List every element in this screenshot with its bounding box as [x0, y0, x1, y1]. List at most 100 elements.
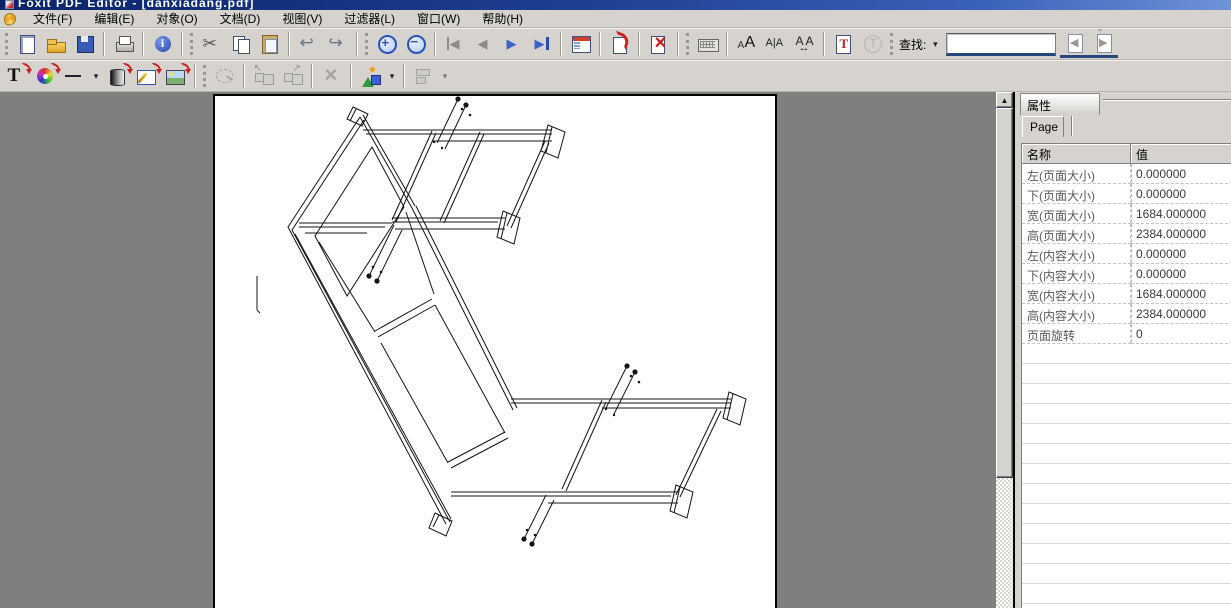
menu-edit[interactable]: 编辑(E): [83, 9, 145, 28]
linetool-icon: [64, 65, 86, 87]
keyboard-button[interactable]: [693, 31, 722, 58]
save-icon: [74, 33, 96, 55]
toolbar-grip[interactable]: [686, 33, 689, 55]
document-system-icon[interactable]: [3, 11, 18, 26]
add-shading-button[interactable]: [31, 63, 60, 90]
next-page-button[interactable]: [498, 31, 527, 58]
group-backward-button[interactable]: [249, 63, 278, 90]
img-icon: [165, 65, 187, 87]
find-input-box: [946, 33, 1056, 56]
redo-button[interactable]: [323, 31, 352, 58]
toolbar-separator: [726, 32, 728, 56]
zoom-in-button[interactable]: [372, 31, 401, 58]
find-prev-button[interactable]: [1060, 31, 1089, 58]
prev-icon: [473, 33, 495, 55]
properties-panel: 属性 Page 名称 值 左(页面大小)0.000000下(页面大小)0.000…: [1015, 92, 1231, 608]
lasso-icon: [214, 65, 236, 87]
menu-help[interactable]: 帮助(H): [471, 9, 534, 28]
scrollbar-thumb[interactable]: [996, 108, 1013, 478]
gradient-button[interactable]: [103, 63, 132, 90]
line-tool-button[interactable]: [60, 63, 89, 90]
property-value[interactable]: 2384.000000: [1131, 304, 1231, 324]
rotate-page-button[interactable]: [605, 31, 634, 58]
property-row: 高(页面大小)2384.000000: [1022, 224, 1231, 244]
toolbar-grip[interactable]: [190, 33, 193, 55]
vertical-scrollbar-track[interactable]: [996, 92, 1013, 608]
tracking-button[interactable]: [790, 31, 819, 58]
align-button[interactable]: [409, 63, 438, 90]
zoom-out-button[interactable]: [401, 31, 430, 58]
save-button[interactable]: [70, 31, 99, 58]
lasso-select-button[interactable]: [210, 63, 239, 90]
main-area: 属性 Page 名称 值 左(页面大小)0.000000下(页面大小)0.000…: [0, 92, 1231, 608]
delete-object-button[interactable]: [317, 63, 346, 90]
menu-document[interactable]: 文档(D): [209, 9, 272, 28]
line-tool-dropdown[interactable]: [89, 65, 103, 87]
insert-text-button[interactable]: [829, 31, 858, 58]
tab-divider: [1071, 116, 1072, 136]
text-circle-button[interactable]: [858, 31, 887, 58]
edit-toolbar: [0, 60, 1231, 92]
menu-object[interactable]: 对象(O): [145, 9, 208, 28]
property-value[interactable]: 1684.000000: [1131, 284, 1231, 304]
copy-icon: [230, 33, 252, 55]
property-name: 高(页面大小): [1022, 224, 1131, 244]
property-value[interactable]: 2384.000000: [1131, 224, 1231, 244]
first-page-button[interactable]: [440, 31, 469, 58]
toolbar-separator: [194, 64, 196, 88]
zin-icon: [376, 33, 398, 55]
main-toolbar: 查找:ʼʼ: [0, 28, 1231, 60]
toolbar-separator: [823, 32, 825, 56]
findnext-icon: ʼʼ: [1093, 32, 1115, 54]
edit-image-button[interactable]: [132, 63, 161, 90]
scroll-up-button[interactable]: [996, 92, 1013, 108]
toolbar-grip[interactable]: [365, 33, 368, 55]
property-value[interactable]: 0.000000: [1131, 164, 1231, 184]
property-value[interactable]: 0.000000: [1131, 184, 1231, 204]
font-size-button[interactable]: [732, 31, 761, 58]
page-layout-button[interactable]: [566, 31, 595, 58]
properties-table-header: 名称 值: [1022, 144, 1231, 164]
menu-view[interactable]: 视图(V): [271, 9, 333, 28]
new-button[interactable]: [12, 31, 41, 58]
prev-page-button[interactable]: [469, 31, 498, 58]
add-text-button[interactable]: [2, 63, 31, 90]
first-icon: [444, 33, 466, 55]
document-info-button[interactable]: [148, 31, 177, 58]
toolbar-grip[interactable]: [890, 33, 893, 55]
align-dropdown[interactable]: [438, 65, 452, 87]
cut-button[interactable]: [197, 31, 226, 58]
document-area[interactable]: [0, 92, 996, 608]
find-dropdown[interactable]: [928, 33, 942, 55]
toolbar-grip[interactable]: [203, 65, 206, 87]
print-button[interactable]: [109, 31, 138, 58]
app-icon[interactable]: [5, 0, 14, 9]
tab-page[interactable]: Page: [1022, 116, 1064, 137]
undo-button[interactable]: [294, 31, 323, 58]
last-page-button[interactable]: [527, 31, 556, 58]
shapes-button[interactable]: [356, 63, 385, 90]
group-forward-button[interactable]: [278, 63, 307, 90]
insert-image-button[interactable]: [161, 63, 190, 90]
keyboard-icon: [697, 33, 719, 55]
open-button[interactable]: [41, 31, 70, 58]
toolbar-separator: [288, 32, 290, 56]
page-canvas[interactable]: [213, 94, 777, 608]
red-curl-arrow-icon: [152, 63, 161, 71]
copy-button[interactable]: [226, 31, 255, 58]
zout-icon: [405, 33, 427, 55]
menu-file[interactable]: 文件(F): [22, 9, 83, 28]
find-next-button[interactable]: ʼʼ: [1089, 31, 1118, 58]
property-value[interactable]: 0: [1131, 324, 1231, 344]
property-value[interactable]: 0.000000: [1131, 244, 1231, 264]
menu-filter[interactable]: 过滤器(L): [333, 9, 406, 28]
delete-page-button[interactable]: [644, 31, 673, 58]
paste-button[interactable]: [255, 31, 284, 58]
property-value[interactable]: 1684.000000: [1131, 204, 1231, 224]
shapes-dropdown[interactable]: [385, 65, 399, 87]
find-input[interactable]: [947, 34, 1055, 51]
toolbar-grip[interactable]: [5, 33, 8, 55]
kerning-button[interactable]: [761, 31, 790, 58]
menu-window[interactable]: 窗口(W): [406, 9, 471, 28]
property-value[interactable]: 0.000000: [1131, 264, 1231, 284]
